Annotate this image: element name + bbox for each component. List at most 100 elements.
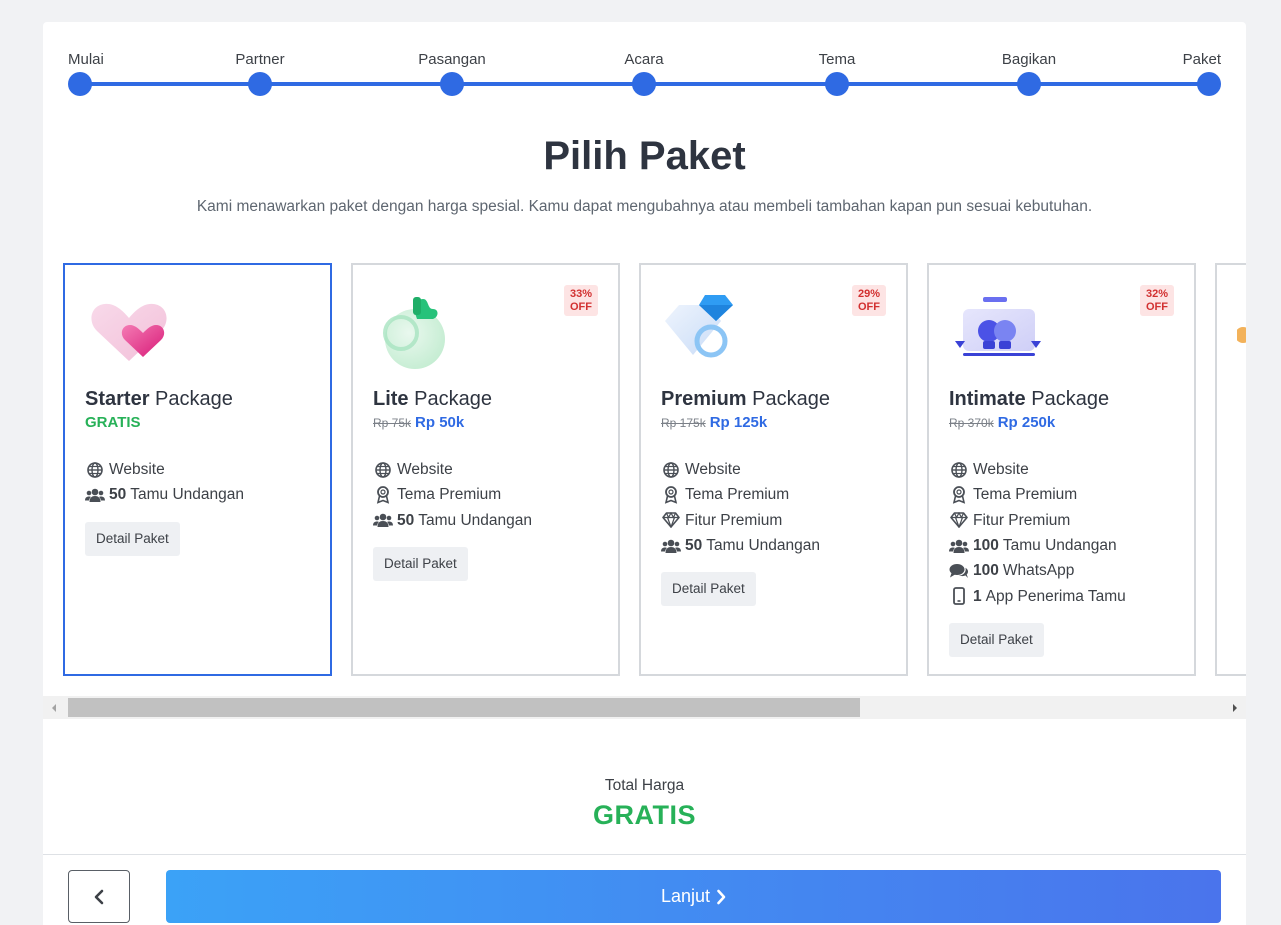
step-label: Tema xyxy=(818,51,856,68)
step-paket[interactable]: Paket xyxy=(1101,50,1221,96)
lanjut-button[interactable]: Lanjut xyxy=(166,870,1221,923)
step-dot xyxy=(68,72,92,96)
step-label: Mulai xyxy=(68,51,104,68)
footer-divider xyxy=(43,854,1246,855)
step-label: Pasangan xyxy=(418,51,486,68)
users-icon xyxy=(85,486,105,504)
award-icon xyxy=(949,486,969,504)
globe-icon xyxy=(85,461,105,479)
discount-badge: 32% OFF xyxy=(1140,285,1174,316)
feature-list: Website Tema Premium 50 Tamu Undangan xyxy=(373,457,598,533)
diamond-ring-illustration-icon xyxy=(665,295,733,358)
detail-paket-button[interactable]: Detail Paket xyxy=(661,572,756,607)
step-dot xyxy=(1017,72,1041,96)
package-card-next-partial[interactable] xyxy=(1215,263,1246,676)
discount-badge: 29% OFF xyxy=(852,285,886,316)
diamond-icon xyxy=(949,511,969,529)
old-price: Rp 75k xyxy=(373,416,412,430)
award-icon xyxy=(373,486,393,504)
feature-item: Website xyxy=(949,457,1174,482)
package-title: Lite Package xyxy=(373,388,492,410)
step-label: Bagikan xyxy=(1001,51,1057,68)
feature-item: Fitur Premium xyxy=(661,508,886,533)
feature-item: Website xyxy=(661,457,886,482)
package-price: Rp 370k Rp 250k xyxy=(949,414,1056,431)
feature-item: Website xyxy=(85,457,310,482)
step-dot xyxy=(1197,72,1221,96)
old-price: Rp 175k xyxy=(661,416,706,430)
step-dot xyxy=(825,72,849,96)
feature-item: 100 WhatsApp xyxy=(949,558,1174,583)
users-icon xyxy=(949,537,969,555)
step-partner[interactable]: Partner xyxy=(200,50,320,96)
feature-list: Website Tema Premium Fitur Premium 50 Tam… xyxy=(661,457,886,558)
wizard-panel: Mulai Partner Pasangan Acara Tema Bagika… xyxy=(43,22,1246,925)
old-price: Rp 370k xyxy=(949,416,994,430)
comments-icon xyxy=(949,562,969,580)
step-bagikan[interactable]: Bagikan xyxy=(969,50,1089,96)
heart-illustration-icon xyxy=(91,303,167,361)
globe-icon xyxy=(661,461,681,479)
fruit-illustration-icon xyxy=(383,297,445,369)
feature-item: Tema Premium xyxy=(373,482,598,507)
feature-list: Website 50 Tamu Undangan xyxy=(85,457,310,508)
chevron-right-icon xyxy=(717,889,726,904)
scrollbar-thumb[interactable] xyxy=(68,698,860,717)
feature-list: Website Tema Premium Fitur Premium 100 Ta… xyxy=(949,457,1174,609)
package-title: Premium Package xyxy=(661,388,830,410)
page-subtitle: Kami menawarkan paket dengan harga spesi… xyxy=(196,198,1093,215)
scroll-right-arrow-icon[interactable] xyxy=(1224,696,1246,719)
step-mulai[interactable]: Mulai xyxy=(68,50,188,96)
feature-item: 50 Tamu Undangan xyxy=(373,508,598,533)
detail-paket-button[interactable]: Detail Paket xyxy=(373,546,468,581)
step-dot xyxy=(440,72,464,96)
step-pasangan[interactable]: Pasangan xyxy=(392,50,512,96)
mobile-icon xyxy=(949,587,969,606)
discount-badge: 33% OFF xyxy=(564,285,598,316)
step-acara[interactable]: Acara xyxy=(584,50,704,96)
package-card-intimate[interactable]: 32%OFF Intimate Package Rp 370kRp 250k xyxy=(927,263,1196,676)
package-price: Rp 75k Rp 50k xyxy=(373,414,465,431)
users-icon xyxy=(373,511,393,529)
feature-item: Tema Premium xyxy=(949,482,1174,507)
step-tema[interactable]: Tema xyxy=(777,50,897,96)
step-dot xyxy=(248,72,272,96)
step-label: Paket xyxy=(1182,51,1221,68)
lanjut-label: Lanjut xyxy=(660,886,711,906)
progress-stepper: Mulai Partner Pasangan Acara Tema Bagika… xyxy=(68,50,1221,100)
package-illustration-icon xyxy=(1237,327,1246,343)
package-card-premium[interactable]: 29% OFF Premium Package Rp 175k Rp 125k We… xyxy=(639,263,908,676)
step-label: Acara xyxy=(624,51,664,68)
scroll-left-arrow-icon[interactable] xyxy=(43,696,65,719)
feature-item: Website xyxy=(373,457,598,482)
users-icon xyxy=(661,537,681,555)
package-price: Rp 175k Rp 125k xyxy=(661,414,768,431)
feature-item: 1 App Penerima Tamu xyxy=(949,583,1174,608)
package-card-lite[interactable]: 33% OFF Lite Package Rp 75k Rp 50k Website xyxy=(351,263,620,676)
total-price-value: GRATIS xyxy=(593,800,696,830)
page-title: Pilih Paket xyxy=(543,134,746,178)
diamond-icon xyxy=(661,511,681,529)
detail-paket-button[interactable]: Detail Paket xyxy=(949,622,1044,657)
chevron-left-icon xyxy=(94,889,104,904)
package-card-starter[interactable]: Starter Package GRATIS Website 50 Tamu Un… xyxy=(63,263,332,676)
globe-icon xyxy=(949,461,969,479)
package-title: Starter Package xyxy=(85,388,233,410)
horizontal-scrollbar[interactable] xyxy=(43,696,1246,719)
back-button[interactable] xyxy=(68,870,130,923)
gift-couple-illustration-icon xyxy=(955,297,1041,356)
step-label: Partner xyxy=(235,51,285,68)
package-carousel[interactable]: Starter Package GRATIS Website 50 Tamu Un… xyxy=(63,263,1246,677)
award-icon xyxy=(661,486,681,504)
detail-paket-button[interactable]: Detail Paket xyxy=(85,521,180,556)
package-price: GRATIS xyxy=(85,414,141,431)
total-price-label: Total Harga xyxy=(604,777,685,794)
step-dot xyxy=(632,72,656,96)
feature-item: 50 Tamu Undangan xyxy=(661,533,886,558)
package-title: Intimate Package xyxy=(949,388,1110,410)
globe-icon xyxy=(373,461,393,479)
feature-item: Fitur Premium xyxy=(949,508,1174,533)
feature-item: 50 Tamu Undangan xyxy=(85,482,310,507)
feature-item: Tema Premium xyxy=(661,482,886,507)
feature-item: 100 Tamu Undangan xyxy=(949,533,1174,558)
